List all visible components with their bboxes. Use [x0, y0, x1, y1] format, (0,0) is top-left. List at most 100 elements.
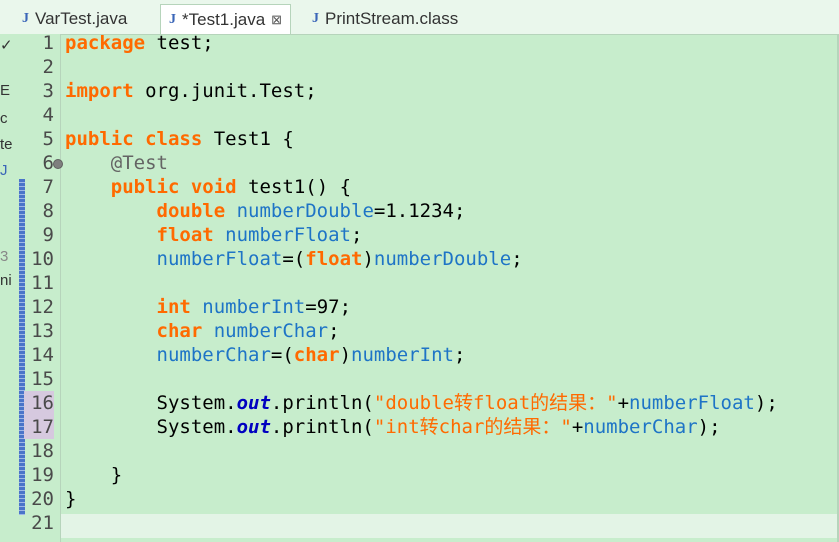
tab-label: VarTest.java: [35, 9, 128, 28]
code-editor[interactable]: package test; import org.junit.Test; publi…: [61, 31, 839, 542]
line-number: 3: [42, 80, 54, 102]
code-token: ;: [453, 344, 466, 366]
code-line: double numberDouble=1.1234;: [65, 199, 466, 223]
code-token: "double转float的结果：": [373, 392, 618, 414]
tab-printstream[interactable]: J PrintStream.class: [304, 4, 466, 34]
code-token: public: [110, 176, 180, 198]
line-number: 21: [31, 512, 54, 534]
code-token: System.: [65, 416, 237, 438]
package-explorer-edge: ✓ E c te J 3 ni: [0, 34, 19, 542]
code-token: float: [305, 248, 363, 270]
line-number: 16: [24, 391, 54, 415]
java-file-icon: J: [169, 11, 176, 27]
code-token: out: [236, 392, 271, 414]
code-line: char numberChar;: [65, 319, 340, 343]
code-token: );: [697, 416, 721, 438]
code-token: numberChar: [156, 344, 271, 366]
code-token: .println(: [270, 392, 374, 414]
code-token: class: [145, 128, 203, 150]
code-token: int: [156, 296, 191, 318]
line-number: 4: [42, 104, 54, 126]
line-number: 8: [42, 200, 54, 222]
code-line: package test;: [65, 31, 214, 55]
line-number: 15: [31, 368, 54, 390]
code-token: public: [65, 128, 134, 150]
line-number: 9: [42, 224, 54, 246]
code-token: void: [190, 176, 237, 198]
tab-label: PrintStream.class: [325, 9, 459, 28]
code-line: }: [65, 463, 122, 487]
code-token: ;: [351, 224, 363, 246]
code-line: public void test1() {: [65, 175, 351, 199]
code-token: +: [571, 416, 584, 438]
check-icon: ✓: [0, 37, 13, 54]
code-line: numberChar=(char)numberInt;: [65, 343, 466, 367]
class-file-icon: J: [312, 11, 319, 26]
code-token: ;: [328, 320, 340, 342]
code-line: import org.junit.Test;: [65, 79, 317, 103]
code-token: out: [236, 416, 271, 438]
code-token: =97;: [305, 296, 352, 318]
line-number: 2: [42, 56, 54, 78]
code-token: =(: [270, 344, 294, 366]
line-number: 6: [42, 152, 54, 174]
line-number: 1: [42, 32, 54, 54]
code-token: }: [65, 488, 77, 510]
line-number: 17: [24, 415, 54, 439]
code-token: test1() {: [236, 176, 352, 198]
explorer-text: c: [0, 110, 8, 127]
code-token: char: [156, 320, 203, 342]
code-token: }: [65, 464, 123, 486]
code-token: =1.1234;: [373, 200, 466, 222]
tab-vartest[interactable]: J VarTest.java: [14, 4, 135, 34]
line-number: 20: [31, 488, 54, 510]
explorer-text: ni: [0, 272, 12, 289]
close-icon[interactable]: ⊠: [271, 12, 282, 28]
line-number-gutter: 1 2 3 4 5 6 7 8 9 10 11 12 13 14 15 16 17 18 19 20 21: [24, 32, 63, 542]
line-number: 7: [42, 176, 54, 198]
line-number: 11: [31, 272, 54, 294]
line-number: 19: [31, 464, 54, 486]
code-line: }: [65, 487, 76, 511]
code-line: float numberFloat;: [65, 223, 363, 247]
code-token: numberChar: [583, 416, 698, 438]
code-token: =(: [282, 248, 306, 270]
code-token: ): [362, 248, 374, 270]
code-token: numberFloat: [225, 224, 352, 246]
code-token: ;: [511, 248, 523, 270]
explorer-text: 3: [0, 248, 9, 265]
code-line: int numberInt=97;: [65, 295, 352, 319]
tab-test1[interactable]: J *Test1.java ⊠: [160, 4, 292, 34]
code-token: import: [65, 80, 134, 102]
code-token: numberChar: [213, 320, 329, 342]
code-token: numberFloat: [629, 392, 755, 414]
code-token: char: [293, 344, 340, 366]
editor-tab-bar: J VarTest.java J *Test1.java ⊠ J PrintSt…: [0, 0, 839, 35]
code-token: System.: [65, 392, 237, 414]
line-number: 18: [31, 440, 54, 462]
code-line: System.out.println("double转float的结果："+nu…: [65, 391, 778, 415]
line-number: 5: [42, 128, 54, 150]
java-file-icon: J: [0, 162, 8, 179]
line-number: 10: [31, 248, 54, 270]
code-line: public class Test1 {: [65, 127, 294, 151]
code-token: test;: [145, 32, 214, 54]
explorer-text: E: [0, 82, 11, 99]
current-line-highlight: [61, 514, 839, 538]
code-token: double: [156, 200, 226, 222]
code-line: @Test: [65, 151, 168, 175]
code-token: org.junit.Test;: [133, 80, 317, 102]
